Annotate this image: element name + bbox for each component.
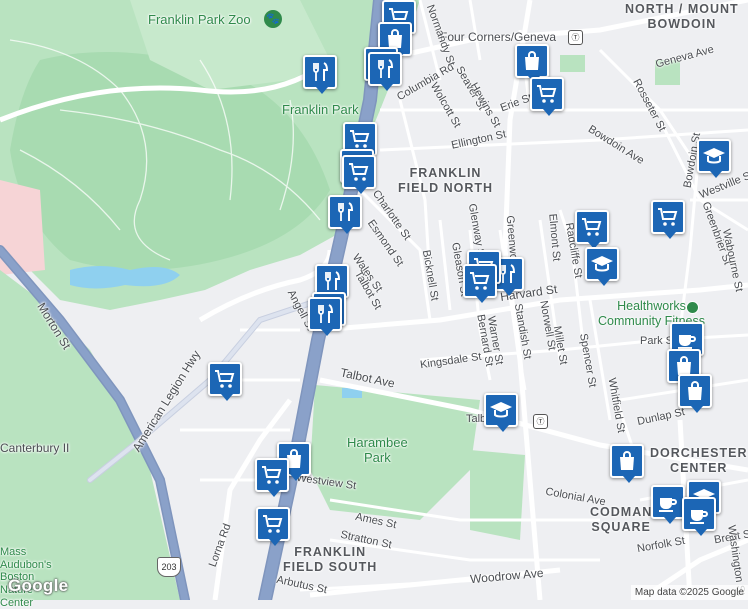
school-marker[interactable] [484, 393, 518, 432]
shopping-bag-icon [620, 451, 634, 470]
hood-line-1: FRANKLIN [409, 166, 482, 180]
google-logo[interactable]: Google [8, 576, 68, 596]
transit-station-icon: Ⓣ [533, 414, 548, 429]
restaurant-marker[interactable] [303, 55, 337, 94]
school-marker[interactable] [697, 139, 731, 178]
shopping-cart-icon [537, 85, 557, 103]
franklin-park-label: Franklin Park [282, 102, 359, 117]
shopping-bag-icon [688, 381, 702, 400]
codman-square-label: CODMAN SQUARE [590, 505, 652, 535]
shopping-cart-marker[interactable] [575, 210, 609, 249]
small-park-2 [560, 55, 585, 72]
route-203-shield: 203 [157, 557, 181, 577]
shopping-cart-icon [349, 163, 369, 181]
restaurant-icon [338, 202, 354, 221]
shopping-bag-marker[interactable] [678, 374, 712, 413]
shopping-cart-marker[interactable] [255, 458, 289, 497]
school-icon [703, 148, 725, 164]
hood-line-2: FIELD NORTH [398, 181, 494, 195]
hood-line-2: SQUARE [591, 520, 651, 534]
harambee-park-label: Harambee Park [347, 436, 408, 464]
restaurant-icon [313, 62, 329, 81]
coffee-marker[interactable] [682, 497, 716, 536]
hood-line-1: FRANKLIN [294, 545, 367, 559]
hood-line-2: BOWDOIN [647, 17, 717, 31]
fitness-pin-icon [686, 301, 699, 314]
shopping-bag-marker[interactable] [515, 44, 549, 83]
franklin-field-south-label: FRANKLIN FIELD SOUTH [283, 545, 377, 575]
franklin-field-north-label: FRANKLIN FIELD NORTH [398, 166, 493, 196]
north-mount-bowdoin-label: NORTH / MOUNT BOWDOIN [625, 2, 739, 32]
restaurant-icon [325, 271, 341, 290]
restaurant-icon [318, 304, 334, 323]
hood-line-1: DORCHESTER [650, 446, 748, 460]
four-corners-label: Four Corners/Geneva [440, 30, 557, 44]
coffee-icon [678, 335, 696, 349]
restaurant-marker[interactable] [368, 52, 402, 91]
shopping-cart-marker[interactable] [342, 155, 376, 194]
shopping-cart-icon [582, 218, 602, 236]
shopping-bag-marker[interactable] [610, 444, 644, 483]
shopping-cart-icon [262, 466, 282, 484]
school-icon [591, 256, 613, 272]
shopping-cart-icon [658, 208, 678, 226]
shopping-cart-marker[interactable] [208, 362, 242, 401]
school-marker[interactable] [585, 247, 619, 286]
coffee-icon [659, 498, 677, 512]
hood-line-2: CENTER [670, 461, 728, 475]
map-attribution[interactable]: Map data ©2025 Google [630, 585, 748, 600]
restaurant-marker[interactable] [328, 195, 362, 234]
restaurant-icon [378, 59, 394, 78]
shopping-cart-marker[interactable] [651, 200, 685, 239]
shopping-cart-icon [215, 370, 235, 388]
dorchester-center-label: DORCHESTER CENTER [650, 446, 748, 476]
franklin-park-zoo-label: Franklin Park Zoo [148, 12, 251, 27]
park-line-2: Park [363, 450, 391, 465]
shopping-cart-icon [470, 272, 490, 290]
shopping-cart-marker[interactable] [256, 507, 290, 546]
coffee-marker[interactable] [651, 485, 685, 524]
zoo-icon: 🐾 [264, 10, 282, 28]
shopping-cart-icon [350, 130, 370, 148]
park-line-1: Harambee [347, 435, 408, 450]
shopping-cart-marker[interactable] [530, 77, 564, 116]
transit-station-icon: Ⓣ [568, 30, 583, 45]
coffee-icon [690, 510, 708, 524]
restaurant-marker[interactable] [308, 297, 342, 336]
shopping-cart-icon [263, 515, 283, 533]
shopping-cart-marker[interactable] [463, 264, 497, 303]
hood-line-1: NORTH / MOUNT [625, 2, 739, 16]
field-area [470, 450, 525, 540]
shopping-bag-icon [525, 51, 539, 70]
hood-line-2: FIELD SOUTH [283, 560, 378, 574]
canterbury-label: Canterbury II [0, 441, 70, 455]
school-icon [490, 402, 512, 418]
